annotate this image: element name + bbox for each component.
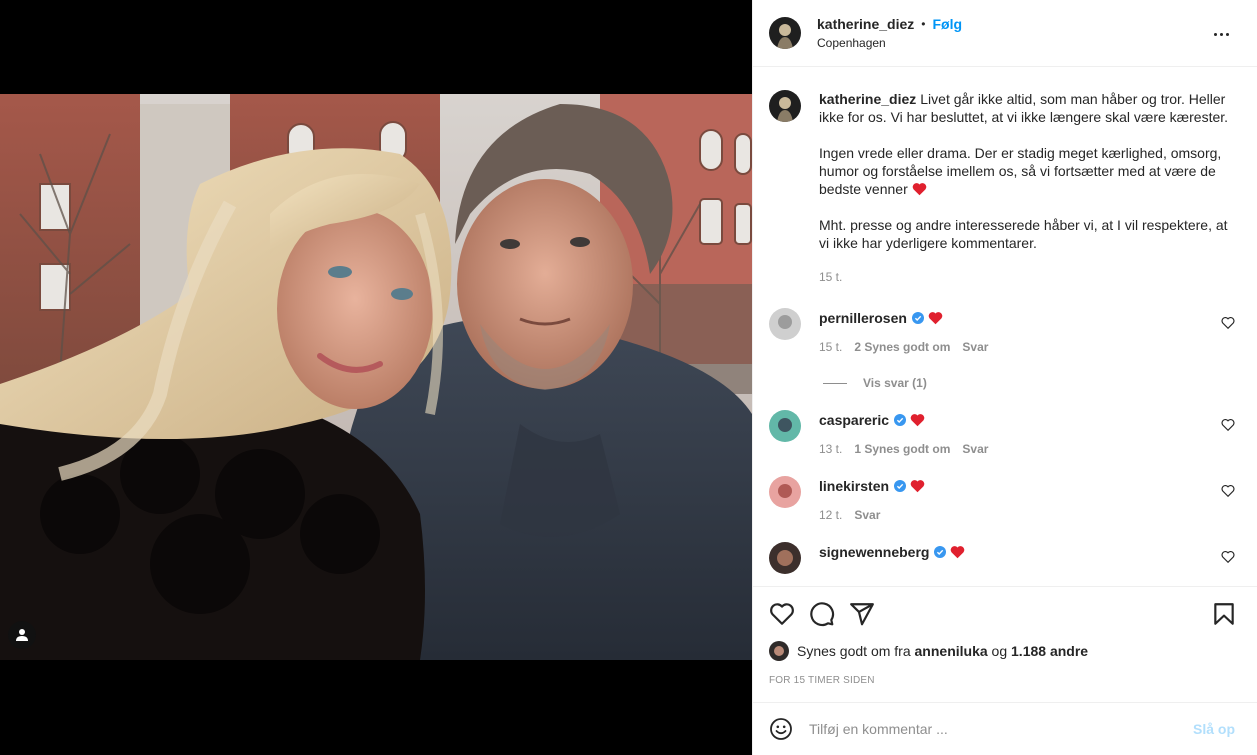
comment-like-heart-icon[interactable] (1221, 316, 1235, 330)
comment-item: pernillerosen 15 t. 2 Synes godt om Svar (769, 308, 1241, 354)
comment-time: 15 t. (819, 340, 843, 354)
commenter-username[interactable]: linekirsten (819, 478, 889, 494)
post-comment-button[interactable]: Slå op (1193, 721, 1235, 737)
author-username[interactable]: katherine_diez (817, 16, 914, 32)
verified-badge-icon (894, 414, 907, 426)
post-header: katherine_diez • Følg Copenhagen (753, 0, 1257, 67)
commenter-avatar[interactable] (769, 542, 801, 574)
caption-time: 15 t. (819, 270, 843, 284)
red-heart-emoji-icon (910, 414, 925, 427)
comment-like-heart-icon[interactable] (1221, 418, 1235, 432)
caption-paragraph-2: Ingen vrede eller drama. Der er stadig m… (819, 145, 1222, 197)
red-heart-emoji-icon (928, 312, 943, 325)
more-options-icon[interactable] (1209, 22, 1233, 46)
comment-item: linekirsten 12 t. Svar (769, 476, 1241, 522)
red-heart-emoji-icon (951, 546, 965, 559)
reply-button[interactable]: Svar (962, 442, 988, 456)
add-comment-bar: Slå op (753, 702, 1257, 755)
replies-divider (823, 382, 847, 384)
liker-avatar[interactable] (769, 641, 789, 661)
likes-count[interactable]: 1.188 andre (1011, 643, 1088, 659)
caption: katherine_diez Livet går ikke altid, som … (769, 68, 1241, 286)
post-photo[interactable] (0, 94, 752, 660)
caption-avatar[interactable] (769, 90, 801, 122)
comments-list[interactable]: katherine_diez Livet går ikke altid, som … (753, 68, 1257, 586)
follow-button[interactable]: Følg (932, 16, 962, 32)
post-actions: Synes godt om fra anneniluka og 1.188 an… (753, 586, 1257, 710)
post-photo-image (0, 94, 752, 660)
liked-by: Synes godt om fra anneniluka og 1.188 an… (769, 641, 1241, 661)
tagged-users-button[interactable] (8, 621, 36, 649)
save-bookmark-icon[interactable] (1211, 601, 1237, 627)
comment-likes[interactable]: 1 Synes godt om (854, 442, 950, 456)
verified-badge-icon (934, 546, 947, 558)
commenter-avatar[interactable] (769, 410, 801, 442)
caption-paragraph-1: katherine_diez Livet går ikke altid, som … (819, 91, 1229, 125)
emoji-smiley-icon[interactable] (769, 717, 793, 741)
caption-username[interactable]: katherine_diez (819, 91, 916, 107)
comment-like-heart-icon[interactable] (1221, 550, 1235, 564)
commenter-username[interactable]: caspareric (819, 412, 889, 428)
person-icon (16, 629, 28, 641)
caption-paragraph-3: Mht. presse og andre interesserede håber… (819, 217, 1228, 251)
comment-item: caspareric 13 t. 1 Synes godt om Svar (769, 410, 1241, 456)
verified-badge-icon (894, 480, 907, 492)
post-location[interactable]: Copenhagen (817, 36, 962, 50)
red-heart-emoji-icon (910, 480, 925, 493)
red-heart-emoji-icon (912, 183, 926, 196)
separator-dot: • (921, 17, 926, 31)
like-heart-icon[interactable] (769, 601, 795, 627)
view-replies-button[interactable]: Vis svar (1) (823, 376, 1241, 390)
comment-item: signewenneberg (769, 542, 1241, 574)
commenter-avatar[interactable] (769, 308, 801, 340)
post-timestamp[interactable]: FOR 15 TIMER SIDEN (769, 675, 1241, 686)
author-avatar[interactable] (769, 17, 801, 49)
comment-input[interactable] (809, 721, 1193, 737)
post-side-panel: katherine_diez • Følg Copenhagen katheri… (752, 0, 1257, 755)
commenter-avatar[interactable] (769, 476, 801, 508)
liker-username[interactable]: anneniluka (915, 643, 988, 659)
commenter-username[interactable]: pernillerosen (819, 310, 907, 326)
comment-bubble-icon[interactable] (809, 601, 835, 627)
comment-time: 13 t. (819, 442, 843, 456)
comment-likes[interactable]: 2 Synes godt om (854, 340, 950, 354)
reply-button[interactable]: Svar (962, 340, 988, 354)
media-pane (0, 0, 752, 755)
verified-badge-icon (911, 312, 924, 324)
reply-button[interactable]: Svar (854, 508, 880, 522)
commenter-username[interactable]: signewenneberg (819, 544, 929, 560)
share-paper-plane-icon[interactable] (849, 601, 875, 627)
comment-like-heart-icon[interactable] (1221, 484, 1235, 498)
comment-time: 12 t. (819, 508, 843, 522)
